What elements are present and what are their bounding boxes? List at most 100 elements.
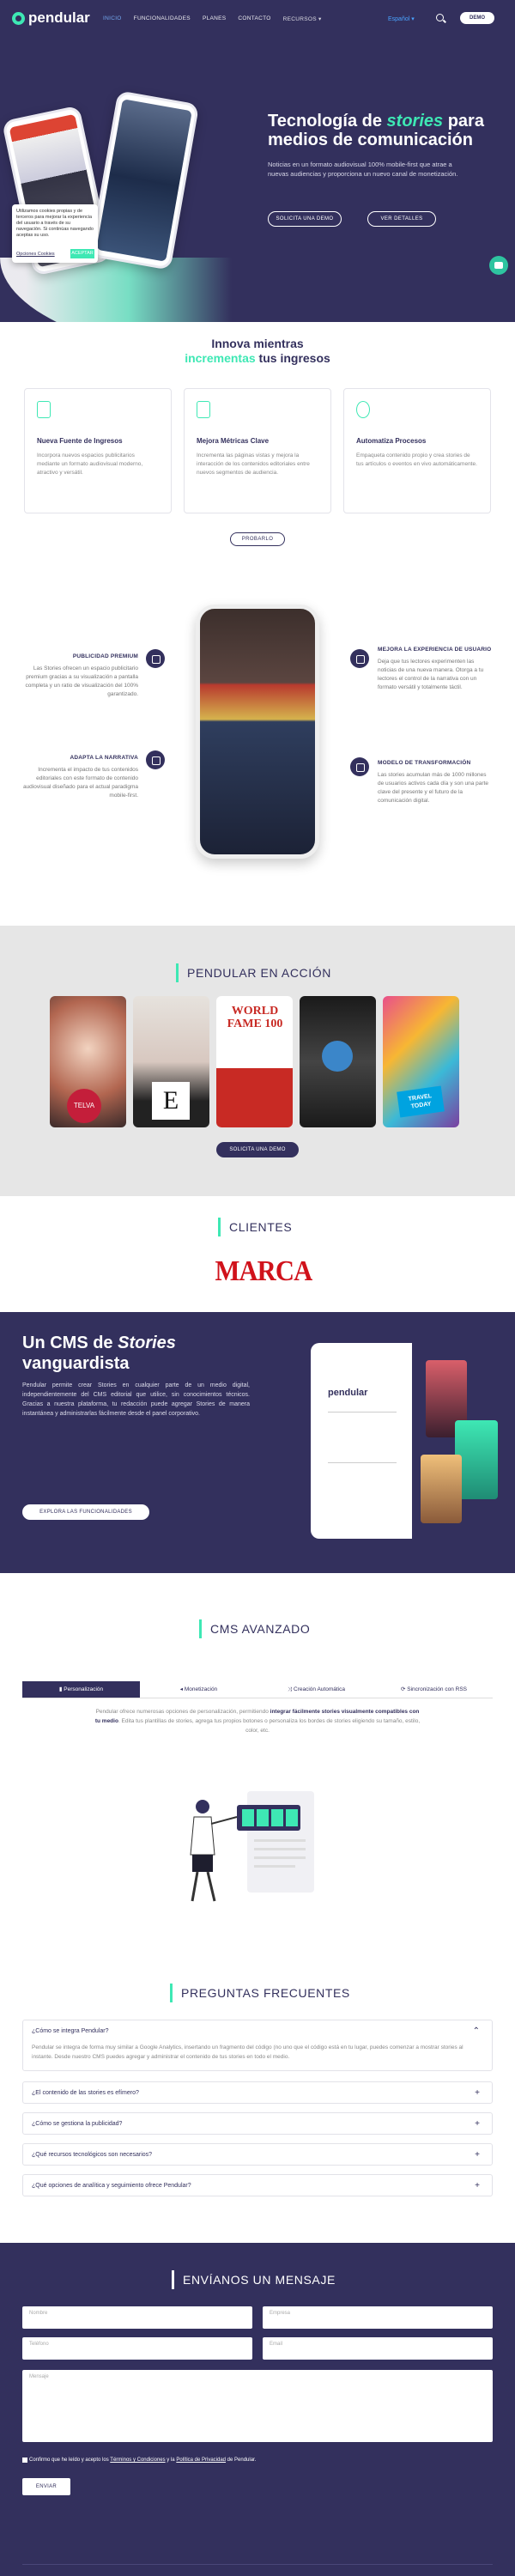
laptop-mockup: pendular [311, 1343, 515, 1539]
story-label: TRAVEL TODAY [397, 1085, 445, 1118]
check-icon [350, 757, 369, 776]
clientes-title: CLIENTES [218, 1218, 292, 1236]
chevron-down-icon: ▾ [318, 16, 322, 22]
faq-item[interactable]: ¿Qué opciones de analítica y seguimiento… [22, 2174, 493, 2196]
clientes-section [0, 1196, 515, 1312]
brand-name: pendular [28, 9, 90, 26]
plus-icon: + [475, 2088, 480, 2098]
benefit-card: Mejora Métricas Clave Incrementa las pági… [184, 388, 331, 513]
feature-left-2: ADAPTA LA NARRATIVA Incrementa el impacto… [22, 755, 138, 799]
benefit-card: Automatiza Procesos Empaqueta contenido p… [343, 388, 491, 513]
faq-answer: Pendular se integra de forma muy similar… [32, 2044, 464, 2060]
feature-left-1: PUBLICIDAD PREMIUM Las Stories ofrecen un… [25, 653, 138, 697]
card-text: Incorpora nuevos espacios publicitarios … [37, 453, 143, 476]
nav-demo-button[interactable]: DEMO [460, 12, 494, 24]
feature-right-1: MEJORA LA EXPERIENCIA DE USUARIO Deja que… [378, 647, 492, 690]
faq-item[interactable]: ¿Qué recursos tecnológicos son necesario… [22, 2143, 493, 2166]
megaphone-icon [146, 649, 165, 668]
send-button[interactable]: ENVIAR [22, 2478, 70, 2495]
globe-icon [322, 1041, 353, 1072]
chat-icon[interactable] [489, 256, 508, 275]
accion-demo-button[interactable]: SOLICITA UNA DEMO [216, 1142, 299, 1157]
nav-link-recursos[interactable]: RECURSOS ▾ [283, 15, 322, 22]
cms-avanzado-description: Pendular ofrece numerosas opciones de pe… [94, 1709, 421, 1734]
nav-link-inicio[interactable]: INICIO [103, 15, 122, 22]
tab-monetizacion[interactable]: ◂ Monetización [140, 1681, 258, 1698]
nav-link-funcionalidades[interactable]: FUNCIONALIDADES [134, 15, 191, 22]
brand-logo[interactable]: pendular [12, 9, 90, 27]
story-icon [146, 750, 165, 769]
hero-wave [0, 258, 515, 322]
cookie-accept-button[interactable]: ACEPTAR [70, 249, 94, 258]
privacy-link[interactable]: Política de Privacidad [176, 2458, 226, 2463]
language-label: Español [388, 16, 410, 22]
faq-item[interactable]: ¿Cómo se integra Pendular? ⌃ Pendular se i… [22, 2020, 493, 2071]
faq-question: ¿El contenido de las stories es efímero? [32, 2090, 139, 2096]
tab-personalizacion[interactable]: ▮ Personalización [22, 1681, 140, 1698]
nav-link-recursos-label: RECURSOS [282, 16, 317, 22]
faq-item[interactable]: ¿El contenido de las stories es efímero?… [22, 2081, 493, 2104]
card-title: Mejora Métricas Clave [197, 437, 270, 445]
plus-icon: + [475, 2119, 480, 2129]
phone-icon [37, 401, 51, 418]
login-form-preview [328, 1412, 397, 1463]
innova-title: Innova mientras incrementas tus ingresos [185, 337, 330, 365]
story-label: E [152, 1082, 190, 1120]
company-field[interactable]: Empresa [263, 2306, 493, 2329]
cookie-banner: Utilizamos cookies propias y de terceros… [12, 204, 98, 263]
cookie-options-link[interactable]: Opciones Cookies [16, 252, 55, 258]
chart-icon [197, 401, 210, 418]
chevron-down-icon: ▾ [411, 16, 415, 22]
tab-label: Creación Automática [294, 1686, 345, 1692]
gear-icon [356, 401, 370, 418]
center-phone-mockup [196, 605, 319, 859]
contact-title: ENVÍANOS UN MENSAJE [172, 2270, 336, 2289]
tab-label: Sincronización con RSS [407, 1686, 467, 1692]
card-text: Empaqueta contenido propio y crea storie… [356, 453, 477, 467]
probarlo-button[interactable]: PROBARLO [230, 532, 285, 546]
phone-mockup-front [88, 90, 200, 270]
hero-details-button[interactable]: VER DETALLES [367, 211, 436, 227]
hero-section: pendular INICIO FUNCIONALIDADES PLANES C… [0, 0, 515, 322]
logo-icon [12, 11, 25, 25]
footer-divider [22, 2564, 493, 2565]
faq-question: ¿Qué opciones de analítica y seguimiento… [32, 2183, 191, 2189]
tab-label: Monetización [184, 1686, 218, 1692]
hero-demo-button[interactable]: SOLICITA UNA DEMO [268, 211, 342, 227]
story-thumbnail[interactable]: TRAVEL TODAY [383, 996, 459, 1127]
faq-item[interactable]: ¿Cómo se gestiona la publicidad? + [22, 2112, 493, 2135]
cms-explore-button[interactable]: EXPLORA LAS FUNCIONALIDADES [22, 1504, 149, 1520]
story-thumbnail[interactable]: TELVA [50, 996, 126, 1127]
consent-checkbox[interactable] [22, 2458, 27, 2463]
nav-link-contacto[interactable]: CONTACTO [238, 15, 270, 22]
nav-link-planes[interactable]: PLANES [203, 15, 226, 22]
cms-tabs: ▮ Personalización ◂ Monetización ⤨ Creac… [22, 1681, 493, 1698]
name-field[interactable]: Nombre [22, 2306, 252, 2329]
laptop-brand: pendular [328, 1388, 368, 1398]
language-select[interactable]: Español ▾ [388, 15, 415, 22]
accion-title: PENDULAR EN ACCIÓN [176, 963, 331, 982]
story-thumbnail[interactable]: E [133, 996, 209, 1127]
plus-icon: + [475, 2150, 480, 2160]
hero-description: Noticias en un formato audiovisual 100% … [268, 161, 458, 178]
story-thumbnail[interactable]: WORLD FAME 100 [216, 996, 293, 1127]
search-icon[interactable] [436, 14, 444, 21]
story-label: WORLD FAME 100 [227, 1005, 283, 1030]
message-field[interactable]: Mensaje [22, 2370, 493, 2442]
card-text: Incrementa las páginas vistas y mejora l… [197, 453, 310, 476]
top-nav: pendular INICIO FUNCIONALIDADES PLANES C… [0, 0, 515, 38]
tab-creacion-automatica[interactable]: ⤨ Creación Automática [258, 1681, 375, 1698]
cms-description: Pendular permite crear Stories en cualqu… [22, 1382, 250, 1417]
phone-field[interactable]: Teléfono [22, 2337, 252, 2360]
story-thumbnail[interactable] [300, 996, 376, 1127]
email-field[interactable]: Email [263, 2337, 493, 2360]
cms-avanzado-title: CMS AVANZADO [199, 1619, 310, 1638]
card-title: Nueva Fuente de Ingresos [37, 437, 123, 445]
faq-question: ¿Cómo se gestiona la publicidad? [32, 2121, 123, 2127]
tab-sincronizacion-rss[interactable]: ⟳ Sincronización con RSS [375, 1681, 493, 1698]
marca-logo: MARCA [215, 1255, 313, 1287]
hero-title: Tecnología de stories para medios de com… [268, 112, 484, 149]
terms-link[interactable]: Términos y Condiciones [110, 2458, 165, 2463]
chevron-up-icon: ⌃ [472, 2026, 480, 2036]
benefit-card: Nueva Fuente de Ingresos Incorpora nuevos… [24, 388, 172, 513]
